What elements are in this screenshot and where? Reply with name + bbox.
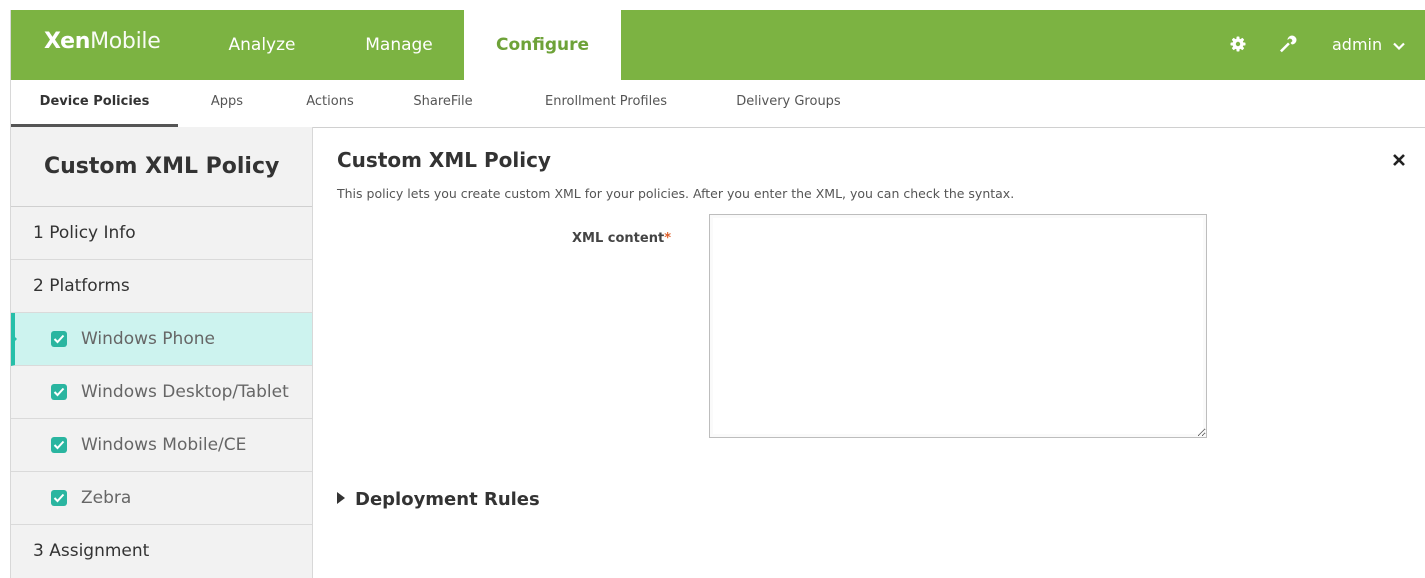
wrench-icon[interactable]: [1277, 34, 1297, 54]
step-assignment[interactable]: 3 Assignment: [11, 525, 312, 578]
checkbox-checked-icon[interactable]: [51, 437, 67, 453]
chevron-down-icon: [1393, 42, 1406, 50]
step-policy-info[interactable]: 1 Policy Info: [11, 207, 312, 260]
tab-actions[interactable]: Actions: [295, 80, 365, 127]
platform-windows-phone[interactable]: Windows Phone: [11, 313, 312, 366]
tab-delivery-groups[interactable]: Delivery Groups: [721, 80, 856, 127]
checkbox-checked-icon[interactable]: [51, 331, 67, 347]
gear-icon[interactable]: [1228, 34, 1248, 54]
page-title: Custom XML Policy: [337, 148, 551, 172]
checkbox-checked-icon[interactable]: [51, 384, 67, 400]
user-menu[interactable]: admin: [1332, 10, 1406, 80]
tab-device-policies[interactable]: Device Policies: [11, 80, 178, 127]
deployment-rules-toggle[interactable]: Deployment Rules: [337, 489, 540, 510]
caret-right-icon: [337, 492, 345, 504]
page-description: This policy lets you create custom XML f…: [337, 186, 1015, 201]
platform-label: Windows Mobile/CE: [81, 435, 247, 455]
policy-steps-panel: Custom XML Policy 1 Policy Info 2 Platfo…: [11, 127, 313, 578]
platform-label: Windows Desktop/Tablet: [81, 382, 289, 402]
tab-enrollment-profiles[interactable]: Enrollment Profiles: [526, 80, 686, 127]
panel-title: Custom XML Policy: [11, 127, 312, 207]
selection-pointer: [11, 333, 17, 345]
nav-analyze[interactable]: Analyze: [207, 10, 317, 80]
deployment-rules-label: Deployment Rules: [355, 489, 540, 510]
xml-content-label: XML content*: [572, 231, 671, 246]
platform-windows-mobile-ce[interactable]: Windows Mobile/CE: [11, 419, 312, 472]
top-navigation-bar: XenMobile Analyze Manage Configure admin: [11, 10, 1425, 80]
xenmobile-logo: XenMobile: [44, 29, 161, 54]
configure-subtabs: Device Policies Apps Actions ShareFile E…: [11, 80, 1425, 128]
nav-manage[interactable]: Manage: [344, 10, 454, 80]
user-name: admin: [1332, 35, 1383, 54]
xml-content-textarea[interactable]: [709, 214, 1207, 438]
checkbox-checked-icon[interactable]: [51, 490, 67, 506]
required-asterisk: *: [664, 231, 671, 246]
tab-sharefile[interactable]: ShareFile: [403, 80, 483, 127]
step-platforms[interactable]: 2 Platforms: [11, 260, 312, 313]
platform-zebra[interactable]: Zebra: [11, 472, 312, 525]
app-frame: XenMobile Analyze Manage Configure admin: [10, 10, 1425, 578]
close-icon[interactable]: [1392, 153, 1406, 167]
platform-label: Zebra: [81, 488, 132, 508]
nav-configure[interactable]: Configure: [464, 10, 621, 80]
tab-apps[interactable]: Apps: [197, 80, 257, 127]
platform-windows-desktop-tablet[interactable]: Windows Desktop/Tablet: [11, 366, 312, 419]
platform-label: Windows Phone: [81, 329, 215, 349]
